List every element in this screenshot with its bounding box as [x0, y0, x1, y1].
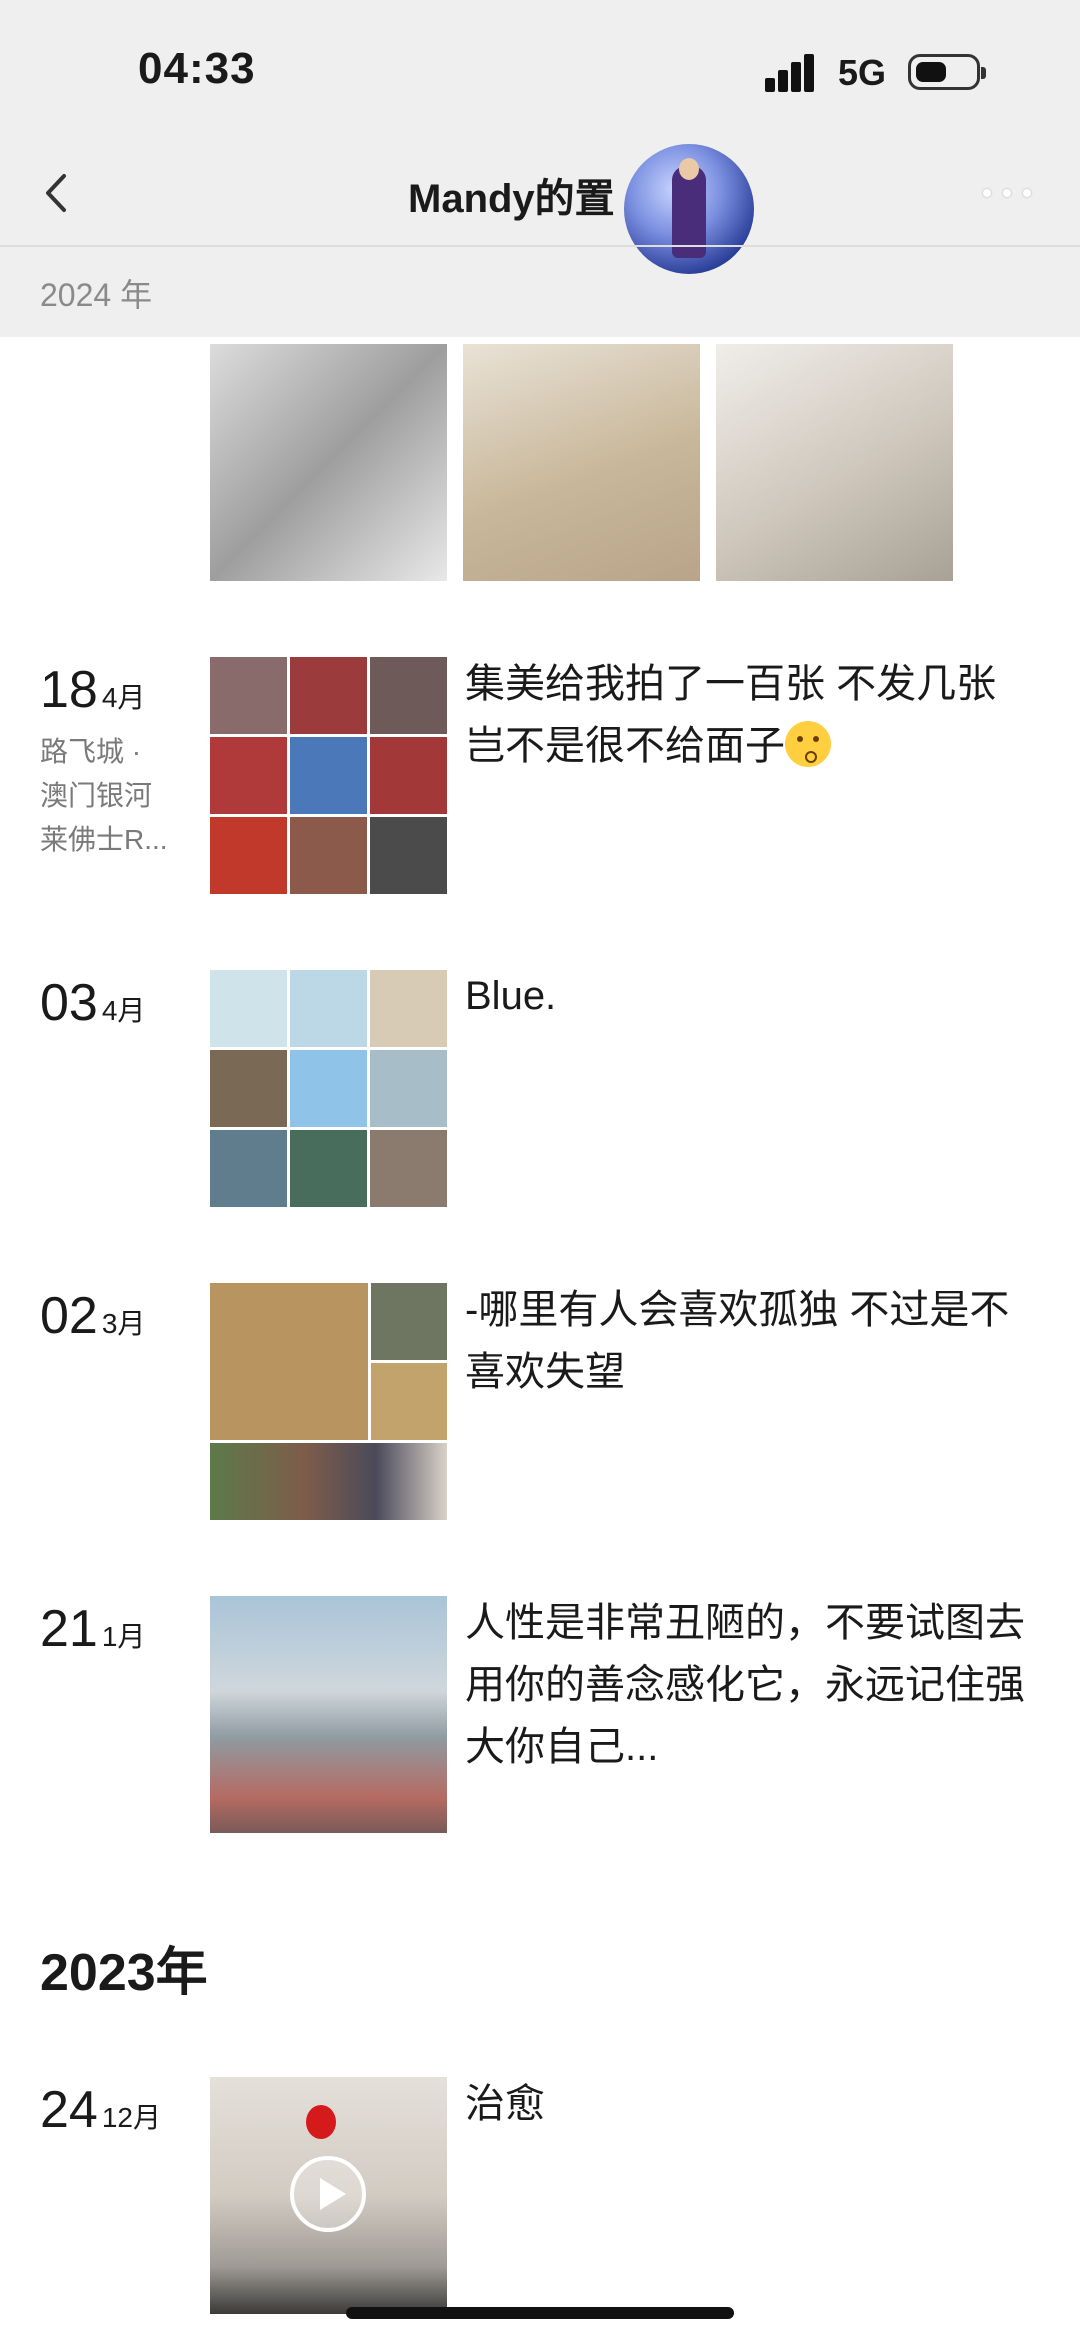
- network-type: 5G: [838, 52, 887, 93]
- post-text[interactable]: 集美给我拍了一百张 不发几张岂不是很不给面子: [465, 653, 1025, 777]
- more-dots-icon[interactable]: [983, 186, 1035, 200]
- post-day: 21 1月: [40, 1599, 145, 1659]
- post-text[interactable]: 治愈: [465, 2073, 1025, 2135]
- play-icon[interactable]: [290, 2156, 366, 2232]
- post-day: 24 12月: [40, 2080, 161, 2140]
- post-text[interactable]: -哪里有人会喜欢孤独 不过是不喜欢失望: [465, 1279, 1025, 1403]
- post-location: 路飞城 · 澳门银河 莱佛士R...: [40, 736, 168, 855]
- post-photo[interactable]: [210, 344, 447, 581]
- divider: [0, 245, 1080, 247]
- signal-icon: [765, 52, 823, 92]
- post-month: 12月: [101, 2102, 161, 2133]
- post-day: 03 4月: [40, 973, 145, 1033]
- status-bar: 04:33 5G: [0, 0, 1080, 150]
- post-month: 4月: [101, 682, 146, 713]
- post-photo[interactable]: [210, 1596, 447, 1833]
- post-photo[interactable]: [463, 344, 700, 581]
- sticky-year-label: 2024 年: [40, 277, 153, 313]
- balloon-icon: [306, 2105, 336, 2139]
- post-text[interactable]: 人性是非常丑陋的，不要试图去用你的善念感化它，永远记住强大你自己...: [465, 1592, 1025, 1778]
- header: 04:33 5G Mandy的置 2024 年: [0, 0, 1080, 337]
- avatar[interactable]: [624, 144, 754, 274]
- post-month: 3月: [101, 1308, 146, 1339]
- post-text[interactable]: Blue.: [465, 965, 1025, 1027]
- year-heading: 2023年: [40, 1944, 208, 2002]
- post-photo-grid[interactable]: [210, 657, 447, 894]
- home-indicator[interactable]: [346, 2307, 734, 2319]
- post-day: 02 3月: [40, 1286, 145, 1346]
- back-chevron-icon[interactable]: [34, 168, 84, 218]
- post-day-number: 21: [40, 1600, 98, 1658]
- post-photo-grid[interactable]: [210, 1283, 447, 1520]
- post-day-number: 03: [40, 974, 98, 1032]
- kissing-face-emoji-icon: [785, 721, 831, 767]
- nav-bar: Mandy的置: [0, 140, 1080, 274]
- post-photo[interactable]: [716, 344, 953, 581]
- post-day-number: 18: [40, 661, 98, 719]
- post-day: 18 4月: [40, 660, 145, 720]
- post-day-number: 24: [40, 2081, 98, 2139]
- post-photo-grid[interactable]: [210, 970, 447, 1207]
- status-time: 04:33: [138, 44, 256, 93]
- page-title: Mandy的置: [408, 177, 615, 221]
- post-month: 1月: [101, 1621, 146, 1652]
- battery-icon: [908, 54, 986, 90]
- post-month: 4月: [101, 995, 146, 1026]
- post-day-number: 02: [40, 1287, 98, 1345]
